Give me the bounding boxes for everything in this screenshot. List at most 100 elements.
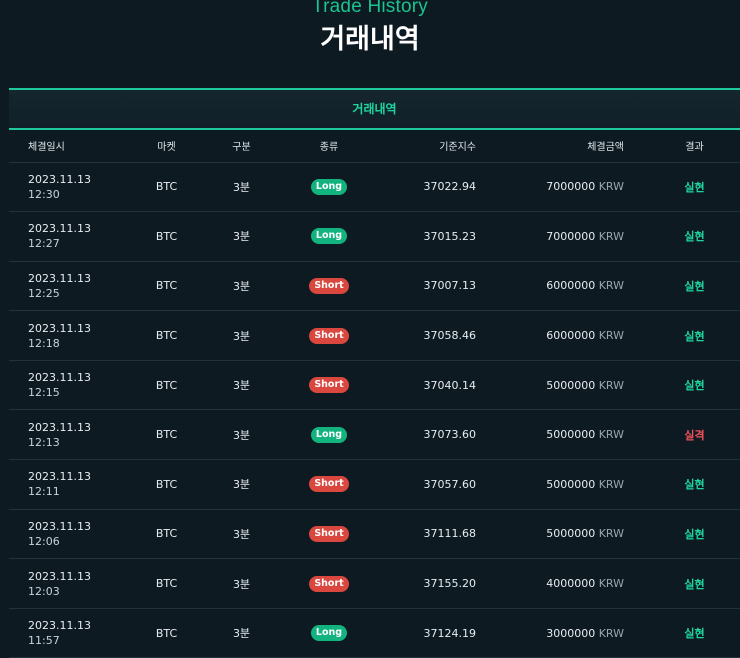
cell-index: 37058.46 xyxy=(379,310,499,361)
cell-interval: 3분 xyxy=(204,459,279,510)
table-row[interactable]: 2023.11.13 11:57 BTC 3분 Long 37124.19 3000000 … xyxy=(9,608,740,658)
cell-datetime: 2023.11.13 12:11 xyxy=(9,459,129,510)
trade-time: 12:13 xyxy=(28,435,60,449)
result-label: 실현 xyxy=(684,478,705,492)
trade-date: 2023.11.13 xyxy=(28,569,91,583)
table-row[interactable]: 2023.11.13 12:06 BTC 3분 Short 37111.68 5000000… xyxy=(9,509,740,560)
amount-unit: KRW xyxy=(598,428,624,442)
cell-datetime: 2023.11.13 12:25 xyxy=(9,261,129,312)
trade-history-page: Trade History 거래내역 거래내역 체결일시 마켓 구분 종류 기준… xyxy=(0,0,740,658)
cell-amount: 6000000 KRW xyxy=(499,310,649,361)
cell-interval: 3분 xyxy=(204,211,279,262)
trade-date: 2023.11.13 xyxy=(28,172,91,186)
type-badge: Long xyxy=(310,625,348,642)
amount-value: 5000000 xyxy=(546,428,596,442)
trade-date: 2023.11.13 xyxy=(28,619,91,633)
cell-amount: 6000000 KRW xyxy=(499,261,649,312)
amount-value: 4000000 xyxy=(546,577,596,591)
cell-result: 실현 xyxy=(649,360,740,411)
cell-type: Short xyxy=(279,310,379,361)
col-header-index: 기준지수 xyxy=(379,130,499,163)
cell-market: BTC xyxy=(129,459,204,510)
table-header-row: 체결일시 마켓 구분 종류 기준지수 체결금액 결과 xyxy=(9,130,740,163)
col-header-result: 결과 xyxy=(649,130,740,163)
cell-datetime: 2023.11.13 12:30 xyxy=(9,162,129,213)
table-row[interactable]: 2023.11.13 12:25 BTC 3분 Short 37007.13 6000000… xyxy=(9,261,740,312)
table-row[interactable]: 2023.11.13 12:27 BTC 3분 Long 37015.23 7000000 … xyxy=(9,211,740,262)
amount-unit: KRW xyxy=(598,229,624,243)
cell-index: 37155.20 xyxy=(379,558,499,609)
cell-result: 실현 xyxy=(649,211,740,262)
type-badge: Short xyxy=(309,476,349,493)
cell-result: 실현 xyxy=(649,558,740,609)
col-header-market: 마켓 xyxy=(129,130,204,163)
result-label: 실현 xyxy=(684,180,705,194)
table-row[interactable]: 2023.11.13 12:13 BTC 3분 Long 37073.60 5000000 … xyxy=(9,409,740,461)
table-row[interactable]: 2023.11.13 12:11 BTC 3분 Short 37057.60 5000000… xyxy=(9,459,740,510)
table-row[interactable]: 2023.11.13 12:15 BTC 3분 Short 37040.14 5000000… xyxy=(9,360,740,411)
cell-market: BTC xyxy=(129,558,204,609)
cell-market: BTC xyxy=(129,509,204,560)
type-badge: Long xyxy=(310,426,348,443)
cell-amount: 7000000 KRW xyxy=(499,162,649,213)
cell-datetime: 2023.11.13 12:06 xyxy=(9,509,129,560)
type-badge: Short xyxy=(309,277,349,294)
trade-time: 12:30 xyxy=(28,187,60,201)
panel-title: 거래내역 xyxy=(9,90,740,130)
page-title-ko: 거래내역 xyxy=(320,24,420,55)
cell-type: Long xyxy=(279,162,379,213)
table-row[interactable]: 2023.11.13 12:30 BTC 3분 Long 37022.94 7000000 … xyxy=(9,162,740,213)
cell-type: Short xyxy=(279,558,379,609)
result-label: 실현 xyxy=(684,577,705,591)
page-title-en: Trade History xyxy=(312,0,428,17)
trade-time: 12:25 xyxy=(28,286,60,300)
col-header-interval: 구분 xyxy=(204,130,279,163)
cell-interval: 3분 xyxy=(204,261,279,312)
trade-date: 2023.11.13 xyxy=(28,371,91,385)
cell-index: 37007.13 xyxy=(379,261,499,312)
trade-time: 12:06 xyxy=(28,534,60,548)
result-label: 실현 xyxy=(684,279,705,293)
cell-result: 실현 xyxy=(649,162,740,213)
trade-date: 2023.11.13 xyxy=(28,420,91,434)
cell-type: Short xyxy=(279,509,379,560)
trade-date: 2023.11.13 xyxy=(28,271,91,285)
amount-value: 3000000 xyxy=(546,626,596,640)
trade-history-table: 체결일시 마켓 구분 종류 기준지수 체결금액 결과 2023.11.13 12:… xyxy=(9,130,740,658)
result-label: 실현 xyxy=(684,230,705,244)
type-badge: Short xyxy=(309,327,349,344)
trade-date: 2023.11.13 xyxy=(28,321,91,335)
cell-interval: 3분 xyxy=(204,558,279,609)
cell-market: BTC xyxy=(129,360,204,411)
cell-type: Long xyxy=(279,608,379,658)
amount-value: 5000000 xyxy=(546,378,596,392)
cell-type: Short xyxy=(279,261,379,312)
table-body: 2023.11.13 12:30 BTC 3분 Long 37022.94 7000000 … xyxy=(9,162,740,658)
table-row[interactable]: 2023.11.13 12:18 BTC 3분 Short 37058.46 6000000… xyxy=(9,310,740,361)
cell-result: 실현 xyxy=(649,608,740,658)
amount-unit: KRW xyxy=(598,577,624,591)
trade-date: 2023.11.13 xyxy=(28,470,91,484)
cell-result: 실현 xyxy=(649,459,740,510)
cell-index: 37015.23 xyxy=(379,211,499,262)
cell-market: BTC xyxy=(129,211,204,262)
cell-amount: 5000000 KRW xyxy=(499,509,649,560)
col-header-datetime: 체결일시 xyxy=(9,130,129,163)
amount-value: 6000000 xyxy=(546,279,596,293)
cell-result: 실현 xyxy=(649,310,740,361)
cell-index: 37111.68 xyxy=(379,509,499,560)
cell-interval: 3분 xyxy=(204,608,279,658)
cell-interval: 3분 xyxy=(204,409,279,461)
cell-interval: 3분 xyxy=(204,310,279,361)
table-row[interactable]: 2023.11.13 12:03 BTC 3분 Short 37155.20 4000000… xyxy=(9,558,740,609)
col-header-amount: 체결금액 xyxy=(499,130,649,163)
trade-time: 12:27 xyxy=(28,237,60,251)
cell-market: BTC xyxy=(129,608,204,658)
amount-value: 5000000 xyxy=(546,527,596,541)
trade-time: 11:57 xyxy=(28,634,60,648)
cell-datetime: 2023.11.13 12:27 xyxy=(9,211,129,262)
trade-time: 12:03 xyxy=(28,584,60,598)
cell-type: Long xyxy=(279,211,379,262)
cell-market: BTC xyxy=(129,261,204,312)
trade-time: 12:18 xyxy=(28,336,60,350)
